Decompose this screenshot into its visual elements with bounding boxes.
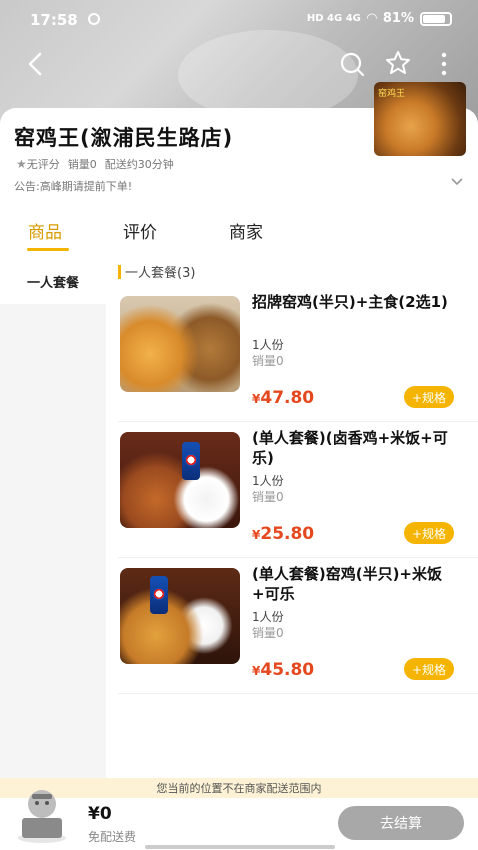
network-indicator: HD 4G 4G (306, 13, 361, 24)
active-tab-indicator (27, 248, 69, 251)
sidebar-item-single-set[interactable]: 一人套餐 (0, 258, 106, 304)
tab-reviews[interactable]: 评价 (123, 218, 157, 243)
menu-item-price: ¥45.80 (252, 660, 315, 680)
rating: ★无评分 (16, 157, 60, 171)
store-title: 窑鸡王(溆浦民生路店) (14, 126, 234, 150)
category-header: 一人套餐(3) (118, 262, 195, 281)
delivery-fee-note: 免配送费 (88, 830, 137, 844)
battery-icon (420, 11, 452, 26)
store-logo-text: 窑鸡王 (378, 89, 406, 99)
menu-item-name: (单人套餐)(卤香鸡+米饭+可乐) (252, 429, 448, 467)
menu-item-portion: 1人份 (252, 610, 284, 624)
favorite-star-icon[interactable] (384, 48, 412, 80)
menu-item-image[interactable] (120, 432, 240, 528)
menu-item-price: ¥25.80 (252, 524, 315, 544)
checkout-button[interactable]: 去结算 (338, 806, 464, 840)
back-icon[interactable] (22, 48, 50, 80)
cola-can-icon (182, 442, 200, 480)
menu-item-sales: 销量0 (252, 626, 284, 640)
menu-item[interactable]: (单人套餐)(卤香鸡+米饭+可乐) 1人份 销量0 ¥25.80 +规格 (118, 426, 478, 558)
store-sales: 销量0 (67, 158, 97, 171)
out-of-range-banner: 您当前的位置不在商家配送范围内 (0, 778, 478, 798)
cart-mascot-icon[interactable] (14, 784, 70, 844)
status-notification-icon (88, 13, 100, 25)
tab-bar: 商品 评价 商家 (0, 218, 478, 254)
star-icon: ★ (16, 157, 27, 171)
delivery-time: 配送约30分钟 (104, 158, 174, 171)
menu-item-sales: 销量0 (252, 354, 284, 368)
menu-item-image[interactable] (120, 296, 240, 392)
store-page: 17:58 HD 4G 4G ◠ 81% 窑鸡王 窑鸡王(溆浦民生路店) ★无评… (0, 0, 478, 850)
menu-item-name: 招牌窑鸡(半只)+主食(2选1) (252, 293, 448, 311)
more-menu-icon[interactable] (430, 48, 458, 80)
store-logo-image: 窑鸡王 (374, 82, 466, 156)
chevron-down-icon[interactable] (450, 176, 464, 188)
status-time: 17:58 (30, 11, 78, 29)
menu-item-portion: 1人份 (252, 338, 284, 352)
tab-products[interactable]: 商品 (28, 218, 62, 243)
cola-can-icon (150, 576, 168, 614)
select-spec-button[interactable]: +规格 (404, 386, 454, 408)
store-meta: ★无评分 销量0 配送约30分钟 (16, 156, 174, 172)
header-decoration (178, 30, 358, 120)
search-icon[interactable] (338, 48, 366, 80)
battery-percent: 81% (382, 11, 414, 26)
wifi-icon: ◠ (366, 11, 377, 26)
home-indicator[interactable] (145, 845, 335, 849)
category-marker (118, 264, 121, 279)
menu-item-portion: 1人份 (252, 474, 284, 488)
category-title: 一人套餐(3) (125, 266, 196, 281)
menu-item-image[interactable] (120, 568, 240, 664)
status-right: HD 4G 4G ◠ 81% (307, 11, 452, 26)
cart-total: ¥0 (88, 804, 112, 824)
category-sidebar: 一人套餐 (0, 258, 106, 778)
menu-item[interactable]: 招牌窑鸡(半只)+主食(2选1) 1人份 销量0 ¥47.80 +规格 (118, 290, 478, 422)
cart-bar: ¥0 免配送费 去结算 (0, 790, 478, 850)
menu-item[interactable]: (单人套餐)窑鸡(半只)+米饭+可乐 1人份 销量0 ¥45.80 +规格 (118, 562, 478, 694)
select-spec-button[interactable]: +规格 (404, 522, 454, 544)
menu-item-price: ¥47.80 (252, 388, 315, 408)
status-bar: 17:58 HD 4G 4G ◠ 81% (0, 0, 478, 40)
store-notice[interactable]: 公告:高峰期请提前下单! (14, 178, 132, 194)
tab-merchant[interactable]: 商家 (229, 218, 263, 243)
header-actions (338, 48, 458, 80)
select-spec-button[interactable]: +规格 (404, 658, 454, 680)
menu-item-sales: 销量0 (252, 490, 284, 504)
menu-item-name: (单人套餐)窑鸡(半只)+米饭+可乐 (252, 565, 442, 603)
